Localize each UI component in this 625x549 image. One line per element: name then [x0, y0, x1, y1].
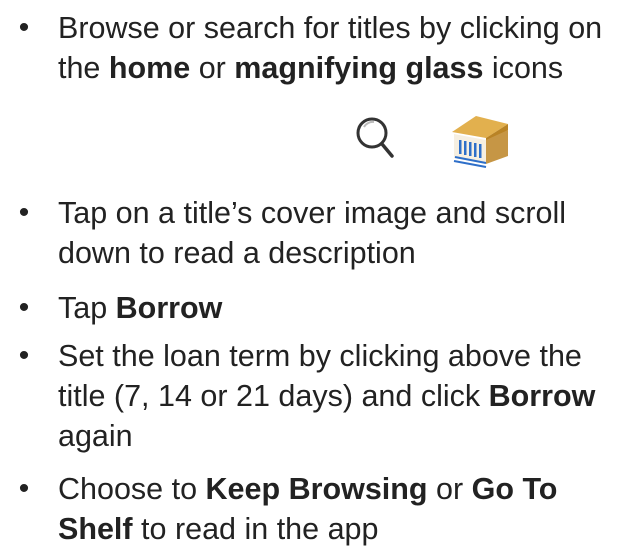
- bullet: •: [18, 472, 30, 505]
- instruction-text-2: Tap on a title’s cover image and scroll …: [58, 196, 567, 270]
- instruction-text-5: Choose to Keep Browsing or Go To Shelf t…: [58, 472, 558, 546]
- bullet: •: [18, 11, 30, 44]
- instruction-item-1: • Browse or search for titles by clickin…: [19, 8, 618, 88]
- magnifying-glass-icon: [356, 117, 394, 158]
- instruction-item-4: • Set the loan term by clicking above th…: [19, 336, 618, 456]
- instruction-text-4: Set the loan term by clicking above the …: [58, 339, 596, 453]
- icon-row: [352, 110, 532, 170]
- instruction-text-3: Tap Borrow: [58, 291, 223, 325]
- instruction-item-5: • Choose to Keep Browsing or Go To Shelf…: [19, 469, 618, 549]
- instruction-item-2: • Tap on a title’s cover image and scrol…: [19, 193, 618, 273]
- bullet: •: [18, 196, 30, 229]
- instruction-text-1: Browse or search for titles by clicking …: [58, 11, 603, 85]
- instruction-item-3: • Tap Borrow: [19, 288, 618, 328]
- library-building-icon: [452, 116, 508, 168]
- bullet: •: [18, 339, 30, 372]
- bullet: •: [18, 291, 30, 324]
